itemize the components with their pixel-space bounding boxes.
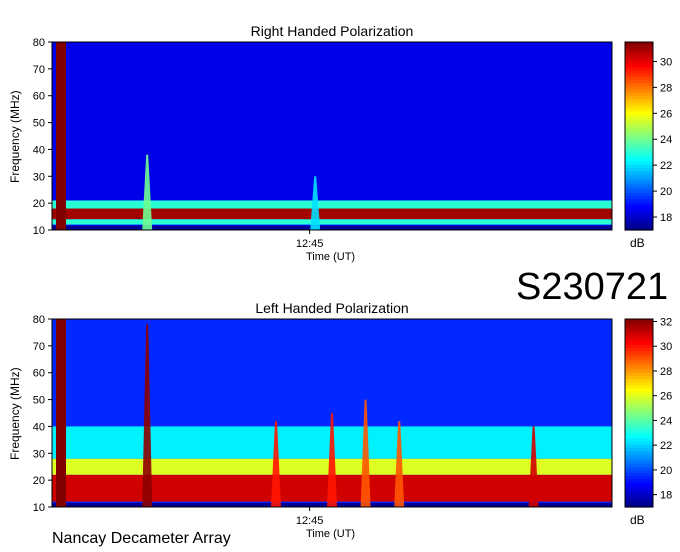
rh-colorbar-tick-label: 22 [660,160,672,172]
rh-colorbar-tick-label: 18 [660,212,672,224]
rh-band-bottom [52,225,612,230]
lh-colorbar-tick-label: 18 [660,490,672,502]
rh-colorbar-tick-label: 24 [660,134,672,146]
lh-xtick-label: 12:45 [296,515,324,527]
lh-ytick-label: 20 [33,475,45,487]
rh-xtick-label: 12:45 [296,238,324,250]
rh-ytick-label: 30 [33,171,45,183]
rh-colorbar-step [625,42,653,46]
rh-colorbar-tick-label: 28 [660,82,672,94]
lh-colorbar-tick-label: 20 [660,465,672,477]
rh-ytick-label: 80 [33,37,45,49]
lh-colorbar-tick-label: 30 [660,341,672,353]
rh-ytick-label: 10 [33,225,45,237]
lh-colorbar: 18 20 22 24 26 28 30 32 [624,316,672,508]
lh-colorbar-gradient [625,319,653,508]
rh-colorbar-tick-label: 20 [660,186,672,198]
rh-ytick-label: 20 [33,198,45,210]
lh-xlabel: Time (UT) [306,528,356,540]
rh-x-ticks: 12:45 [296,230,324,250]
rh-band-2 [52,200,612,209]
lh-ytick-label: 80 [33,314,45,326]
lh-colorbar-tick-label: 26 [660,391,672,403]
lh-y-ticks: 10 20 30 40 50 60 70 80 [33,314,52,514]
instrument-name: Nancay Decameter Array [52,530,231,547]
rh-ytick-label: 40 [33,144,45,156]
lh-start-column [56,319,66,507]
lh-title: Left Handed Polarization [255,300,409,316]
rh-colorbar-unit: dB [630,236,645,250]
lh-colorbar-ticks: 18 20 22 24 26 28 30 32 [653,316,672,502]
lh-plot: 10 20 30 40 50 60 70 80 12:45 [33,314,613,527]
rh-band-0 [52,208,612,220]
rh-colorbar: 18 20 22 24 26 28 30 [624,41,672,231]
rh-ytick-label: 70 [33,64,45,76]
lh-ytick-label: 70 [33,341,45,353]
lh-ytick-label: 60 [33,368,45,380]
rh-ytick-label: 60 [33,91,45,103]
rh-start-column [56,42,66,230]
lh-colorbar-tick-label: 22 [660,440,672,452]
rh-colorbar-tick-label: 30 [660,56,672,68]
lh-colorbar-tick-label: 32 [660,316,672,328]
lh-ylabel: Frequency (MHz) [8,367,22,460]
lh-ytick-label: 40 [33,421,45,433]
lh-colorbar-tick-label: 28 [660,366,672,378]
rh-band-1 [52,219,612,225]
rh-y-ticks: 10 20 30 40 50 60 70 80 [33,37,52,237]
lh-ytick-label: 50 [33,395,45,407]
lh-colorbar-unit: dB [630,513,645,527]
rh-colorbar-tick-label: 26 [660,108,672,120]
rh-ytick-label: 50 [33,118,45,130]
lh-colorbar-step [625,319,653,323]
rh-colorbar-gradient [625,42,653,231]
lh-colorbar-tick-label: 24 [660,415,672,427]
lh-ytick-label: 30 [33,448,45,460]
rh-plot: 10 20 30 40 50 60 70 80 12:45 [33,37,613,250]
rh-xlabel: Time (UT) [306,251,356,263]
rh-colorbar-ticks: 18 20 22 24 26 28 30 [653,56,672,224]
lh-ytick-label: 10 [33,502,45,514]
lh-x-ticks: 12:45 [296,507,324,527]
